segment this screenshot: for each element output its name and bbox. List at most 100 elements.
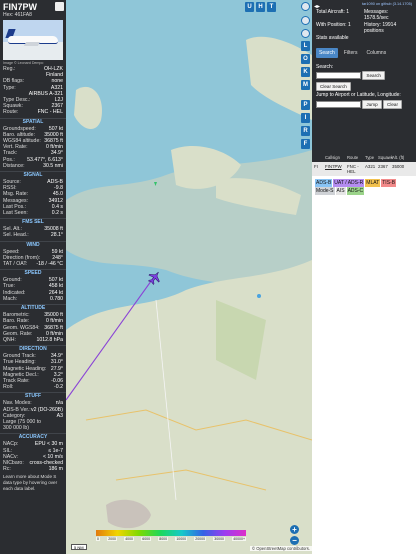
altitude-scale-label: 2000 (107, 537, 117, 541)
photo-wing-shape (23, 42, 41, 46)
table-header-cell[interactable]: Callsign (325, 155, 347, 160)
section-header: STUFF (0, 392, 66, 400)
side-button-r[interactable]: R (301, 126, 310, 136)
detail-row: TAT / OAT: -18 / -46 °C (0, 261, 66, 267)
aircraft-info-panel: FIN7PW Hex: 461FA8 Image © Leonard Dempo… (0, 0, 66, 554)
side-button-o[interactable]: O (301, 54, 310, 64)
jump-button[interactable]: Jump (362, 99, 382, 109)
aircraft-detail-sections: SPATIAL Groundspeed: 507 kt Baro. altitude:… (0, 117, 66, 473)
detail-row-label: Distance: (3, 162, 25, 169)
side-button-f[interactable]: F (301, 139, 310, 149)
altitude-scale-label: 10000 (175, 537, 188, 541)
section-header: WIND (0, 240, 66, 249)
aircraft-hex: Hex: 461FA8 (3, 12, 32, 18)
panel-tabs: Search Filters Columns (312, 44, 416, 62)
table-header-cell[interactable]: Squawk (378, 155, 393, 160)
zoom-in-button[interactable]: + (290, 525, 299, 534)
tab-search[interactable]: Search (316, 47, 338, 58)
search-label: Search: (316, 63, 334, 70)
info-row-label: Type: (3, 84, 16, 91)
settings-gear-icon[interactable] (301, 2, 310, 11)
legend-item: ADS-C (346, 187, 365, 195)
poi-marker (257, 294, 261, 298)
section-header: ALTITUDE (0, 304, 66, 312)
detail-row: Roll: -0.2 (0, 384, 66, 390)
section-header: SIGNAL (0, 171, 66, 179)
detail-row: Mach: 0.780 (0, 296, 66, 302)
table-header-cell[interactable]: Type (365, 155, 378, 160)
section-header: FMS SEL (0, 218, 66, 226)
stats-grid: Total Aircraft: 1 Messages: 1578.5/sec Wi… (312, 8, 416, 44)
clear-jump-button[interactable]: Clear (383, 99, 402, 109)
detail-row-value: 30.5 nmi (43, 162, 63, 169)
map-toggle-t-button[interactable]: T (267, 2, 276, 12)
map-attribution[interactable]: © OpenStreetMap contributors. (249, 546, 312, 551)
detail-row: 300 000 lb) (0, 425, 66, 431)
legend-item: ADS-B (315, 179, 333, 187)
detail-row-label: Sel. Head.: (3, 232, 29, 239)
side-button-p[interactable]: P (301, 100, 310, 110)
detail-row-value: -0.2 (54, 384, 63, 391)
history-count: History: 19914 positions (364, 22, 397, 34)
zoom-out-button[interactable]: − (290, 536, 299, 545)
section-header: SPATIAL (0, 117, 66, 126)
stats-available-link[interactable]: Stats available (316, 36, 364, 42)
table-row[interactable]: FI FIN7PW FNC - HEL A321 2367 35000 (312, 162, 416, 176)
detail-row-value: 0.780 (50, 295, 63, 302)
detail-row: QNH: 1012.8 hPa (0, 337, 66, 343)
info-row-label: Reg.: (3, 66, 16, 72)
detail-row-label: TAT / OAT: (3, 261, 28, 268)
table-header-cell[interactable]: Alt. (ft) (392, 155, 406, 160)
tab-columns[interactable]: Columns (363, 48, 389, 58)
map-canvas[interactable] (66, 0, 312, 554)
info-row-label: Route: (3, 109, 19, 116)
altitude-scale-label: 40000+ (232, 537, 246, 541)
table-header-cell[interactable] (314, 155, 325, 160)
side-button-k[interactable]: K (301, 67, 310, 77)
detail-row-label: Rc: (3, 466, 11, 473)
globe-icon[interactable] (301, 29, 310, 38)
jump-label: Jump to Airport or Latitude, Longitude: (316, 91, 401, 98)
app-root: FIN7PW Hex: 461FA8 Image © Leonard Dempo… (0, 0, 416, 554)
table-cell-route: FNC - HEL (347, 164, 359, 174)
search-input[interactable] (316, 72, 361, 80)
altitude-scale-labels: 0 2000 4000 6000 8000 10000 20000 30000 40000+ (96, 537, 246, 541)
side-button-l[interactable]: L (301, 41, 310, 51)
total-aircraft: Total Aircraft: 1 (316, 9, 350, 15)
close-panel-button[interactable] (55, 2, 64, 11)
tab-filters[interactable]: Filters (341, 48, 361, 58)
side-button-i[interactable]: I (301, 113, 310, 123)
table-header-cell[interactable]: Route (347, 155, 365, 160)
data-help-note: Learn more about Mode S data type by hov… (3, 474, 58, 491)
altitude-scale-label: 30000 (213, 537, 225, 541)
altitude-scale-label: 20000 (194, 537, 207, 541)
detail-row-value: 0.2 s (51, 210, 63, 217)
jump-input[interactable] (316, 100, 361, 108)
layers-icon[interactable] (301, 16, 310, 25)
clear-search-button[interactable]: Clear Search (316, 81, 351, 91)
side-button-m[interactable]: M (301, 80, 310, 90)
collapse-arrows-icon[interactable]: ◂▸ (314, 3, 320, 10)
detail-row: Last Seen: 0.2 s (0, 210, 66, 216)
map-toggle-u-button[interactable]: U (245, 2, 254, 12)
section-header: DIRECTION (0, 345, 66, 353)
altitude-scale-label: 4000 (124, 537, 135, 541)
stats-and-search-area: ◂▸ tar1090 on github (3.14.1705) Total A… (312, 0, 416, 153)
table-cell-callsign: FIN7PW (325, 164, 342, 169)
aircraft-table-header: Callsign Route Type Squawk Alt. (ft) (312, 153, 416, 162)
detail-row-value: -18 / -46 °C (36, 261, 63, 268)
aircraft-photo[interactable] (3, 20, 63, 60)
map-toggle-h-button[interactable]: H (256, 2, 265, 12)
map-scale-bar: 5 NM (71, 544, 87, 550)
info-row-value: FNC - HEL (37, 109, 63, 116)
legend-item: Mode-S (315, 187, 335, 195)
legend-item: MLAT (365, 179, 381, 187)
search-button[interactable]: Search (362, 70, 385, 80)
map-view[interactable]: U H T L O K M P I R F + − 0 2000 4000 6000 8… (66, 0, 312, 554)
version-link[interactable]: tar1090 on github (3.14.1705) (312, 0, 416, 8)
section-header: SPEED (0, 269, 66, 277)
source-legend: ADS-B UAT / ADS-R MLAT TIS-B Mode-S AIS ADS-C (312, 176, 416, 198)
detail-row-value: 186 m (48, 466, 63, 473)
aircraft-table-body: FI FIN7PW FNC - HEL A321 2367 35000 (312, 162, 416, 176)
aircraft-basic-info: Reg.: OH-LZK Finland DB flags: none Type: A321… (0, 66, 66, 116)
